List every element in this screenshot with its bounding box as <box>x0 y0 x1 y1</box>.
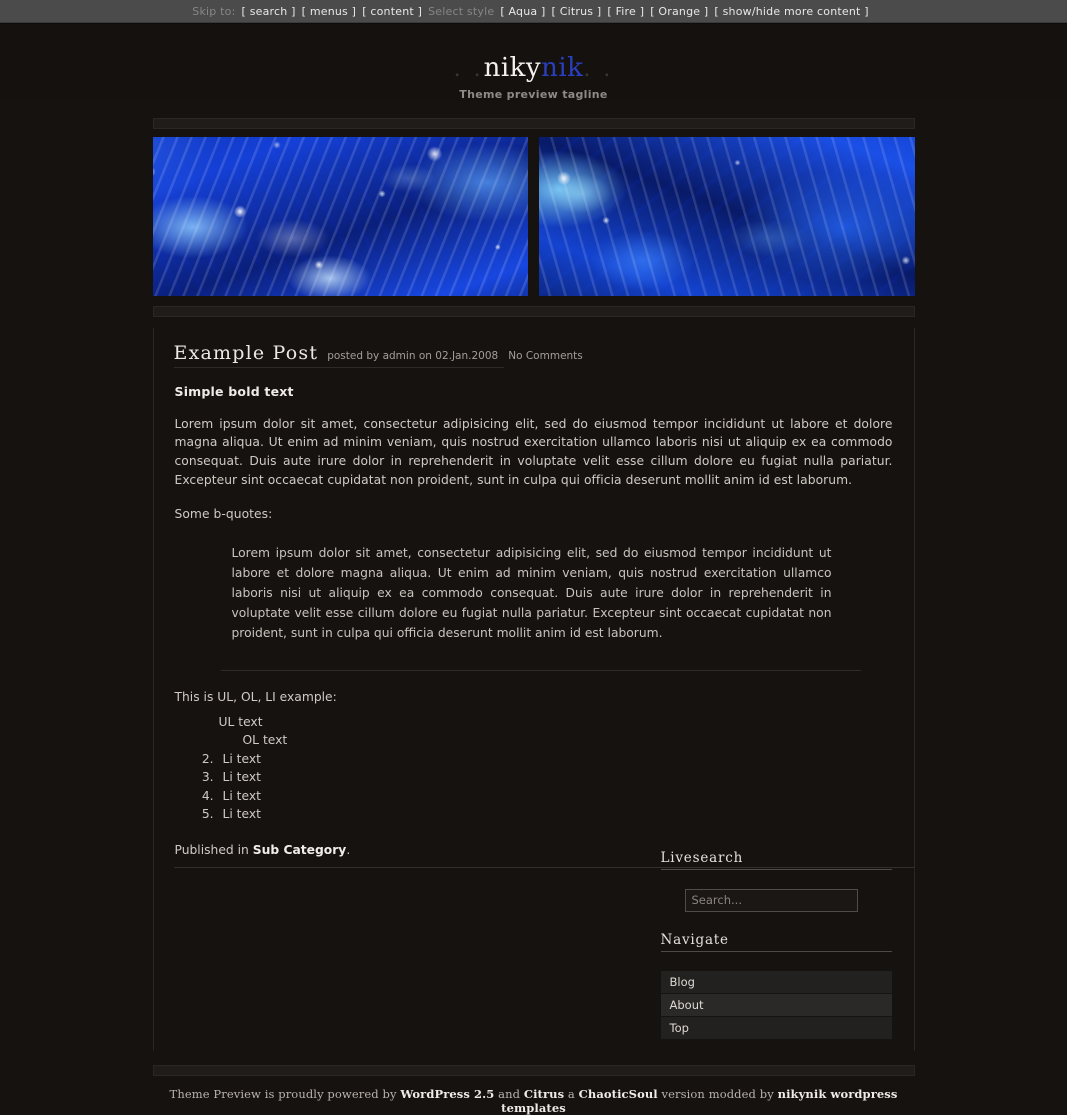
header-image-strip <box>152 136 915 296</box>
ol-item: Li text <box>218 768 893 786</box>
nav-link-top[interactable]: Top <box>660 1016 892 1039</box>
ol-item: Li text <box>218 805 893 823</box>
footer-text-version: version modded by <box>661 1086 774 1101</box>
post-meta-date: 02.Jan.2008 <box>435 349 499 362</box>
decor-bar-bottom <box>152 1064 915 1076</box>
post-bold-heading: Simple bold text <box>174 383 294 399</box>
post-blockquote: Lorem ipsum dolor sit amet, consectetur … <box>231 546 832 640</box>
footer-text-and: and <box>498 1086 521 1101</box>
published-prefix: Published in <box>174 842 249 857</box>
post-meta-posted-by: posted by <box>327 349 380 362</box>
water-image-highlights-right <box>539 136 915 296</box>
site-title[interactable]: . .nikynik. . <box>0 54 1067 83</box>
header-image-right <box>539 136 915 296</box>
skip-to-label: Skip to: <box>192 4 236 18</box>
post-bquote-intro: Some b-quotes: <box>174 507 273 522</box>
style-link-orange[interactable]: [ Orange ] <box>650 5 708 18</box>
skip-link-search[interactable]: [ search ] <box>242 5 296 18</box>
skip-bar: Skip to: [ search ] [ menus ] [ content … <box>0 0 1067 23</box>
post-paragraph-1: Lorem ipsum dolor sit amet, consectetur … <box>174 416 893 487</box>
content-container: Example Post posted by admin on 02.Jan.2… <box>152 327 915 1051</box>
style-link-fire[interactable]: [ Fire ] <box>607 5 644 18</box>
footer-text-a: a <box>567 1086 575 1101</box>
style-link-show-hide-more-content[interactable]: [ show/hide more content ] <box>714 5 868 18</box>
widget-title-navigate: Navigate <box>660 932 892 952</box>
demo-unordered-list: UL text <box>219 714 893 732</box>
title-dots-right: . . <box>583 57 614 82</box>
widget-navigate: Navigate Blog About Top <box>660 932 892 1040</box>
style-link-citrus[interactable]: [ Citrus ] <box>552 5 602 18</box>
widget-title-livesearch: Livesearch <box>660 850 892 870</box>
site-header: . .nikynik. . Theme preview tagline <box>0 24 1067 101</box>
site-tagline: Theme preview tagline <box>459 87 608 101</box>
navigate-list: Blog About Top <box>660 970 892 1040</box>
decor-bar-top <box>152 117 915 129</box>
water-image-highlights-left <box>152 136 528 296</box>
post-meta: posted by admin on 02.Jan.2008 No Commen… <box>327 350 583 362</box>
search-input[interactable] <box>684 888 858 912</box>
ul-item: UL text <box>218 714 263 729</box>
select-style-label: Select style <box>428 4 495 18</box>
published-category-link[interactable]: Sub Category <box>253 843 347 857</box>
post-list-intro: This is UL, OL, LI example: <box>174 689 337 704</box>
post-header: Example Post posted by admin on 02.Jan.2… <box>173 342 583 368</box>
sidebar: Livesearch Navigate Blog About Top <box>660 850 892 1042</box>
site-title-part1: niky <box>483 53 542 83</box>
post-meta-on: on <box>418 349 432 362</box>
ol-heading-item: OL text <box>242 733 288 748</box>
nav-link-blog[interactable]: Blog <box>660 970 892 993</box>
list-item: Blog <box>660 970 892 994</box>
skip-link-content[interactable]: [ content ] <box>362 5 422 18</box>
ol-item: Li text <box>218 750 893 768</box>
post-meta-author[interactable]: admin <box>383 350 416 362</box>
nav-link-about[interactable]: About <box>660 993 892 1016</box>
decor-bar-middle <box>152 305 915 317</box>
published-suffix: . <box>346 842 351 857</box>
style-link-aqua[interactable]: [ Aqua ] <box>500 5 545 18</box>
footer-link-citrus[interactable]: Citrus <box>524 1087 564 1101</box>
post-title[interactable]: Example Post <box>174 342 319 364</box>
footer-link-wordpress[interactable]: WordPress 2.5 <box>400 1087 494 1101</box>
ol-item: Li text <box>218 787 893 805</box>
widget-livesearch: Livesearch <box>660 850 892 912</box>
demo-ordered-list: OL text Li text Li text Li text Li text <box>196 731 893 823</box>
site-title-part2: nik <box>541 53 584 83</box>
list-item: About <box>660 993 892 1017</box>
page-wrapper: . .nikynik. . Theme preview tagline Exam… <box>0 24 1067 1115</box>
post-article: Example Post posted by admin on 02.Jan.2… <box>154 328 915 868</box>
footer-text-start: Theme Preview is proudly powered by <box>169 1086 397 1101</box>
post-body: Simple bold text Lorem ipsum dolor sit a… <box>173 368 915 868</box>
content-divider <box>220 669 861 671</box>
header-image-left <box>152 136 528 296</box>
post-meta-comments[interactable]: No Comments <box>508 350 583 362</box>
page-inner: . .nikynik. . Theme preview tagline Exam… <box>0 24 1067 1115</box>
skip-link-menus[interactable]: [ menus ] <box>302 5 357 18</box>
title-dots-left: . . <box>453 57 484 82</box>
list-item: Top <box>660 1016 892 1040</box>
search-form <box>661 888 892 912</box>
footer-link-chaoticsoul[interactable]: ChaoticSoul <box>579 1087 658 1101</box>
